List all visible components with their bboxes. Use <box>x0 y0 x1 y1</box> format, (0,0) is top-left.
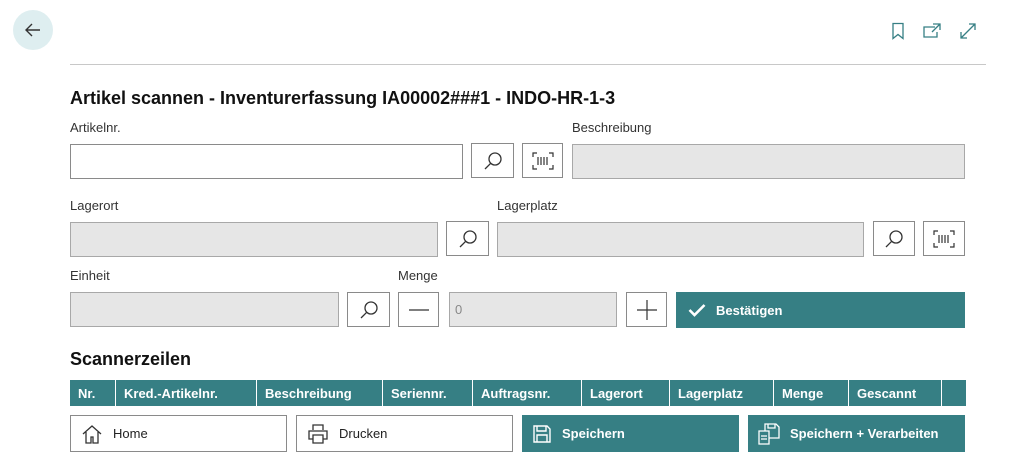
artikelnr-scan-button[interactable] <box>522 143 563 178</box>
einheit-lookup-button[interactable] <box>347 292 390 327</box>
menge-input[interactable]: 0 <box>449 292 617 327</box>
beschreibung-field <box>572 144 965 179</box>
scanner-lines-title: Scannerzeilen <box>70 349 192 369</box>
search-icon <box>459 229 477 247</box>
search-icon <box>885 229 903 247</box>
page-title: Artikel scannen - Inventurerfassung IA00… <box>70 88 616 108</box>
bookmark-icon <box>892 22 904 40</box>
arrow-left-icon <box>25 23 40 37</box>
lagerort-field <box>70 222 438 257</box>
lagerplatz-scan-button[interactable] <box>923 221 965 256</box>
expand-button[interactable] <box>957 20 979 42</box>
save-process-icon <box>758 422 780 445</box>
lagerort-label: Lagerort <box>70 198 119 213</box>
search-icon <box>484 151 502 169</box>
column-header-location[interactable]: Lagerort <box>582 380 670 406</box>
open-new-window-icon <box>923 23 941 38</box>
lagerort-lookup-button[interactable] <box>446 221 489 256</box>
home-icon <box>82 424 102 444</box>
plus-icon <box>636 299 657 320</box>
column-header-description[interactable]: Beschreibung <box>257 380 383 406</box>
column-header-nr[interactable]: Nr. <box>70 380 116 406</box>
artikelnr-label: Artikelnr. <box>70 120 121 135</box>
scanner-lines-header: Nr. Kred.-Artikelnr. Beschreibung Serien… <box>70 380 966 406</box>
save-and-process-button[interactable]: Speichern + Verarbeiten <box>748 415 965 452</box>
home-button[interactable]: Home <box>70 415 287 452</box>
einheit-label: Einheit <box>70 268 110 283</box>
lagerplatz-field <box>497 222 864 257</box>
print-button[interactable]: Drucken <box>296 415 513 452</box>
confirm-button-label: Bestätigen <box>716 302 783 318</box>
save-button[interactable]: Speichern <box>522 415 739 452</box>
column-header-quantity[interactable]: Menge <box>774 380 849 406</box>
home-button-label: Home <box>113 426 148 441</box>
lagerplatz-label: Lagerplatz <box>497 198 558 213</box>
save-icon <box>533 424 551 443</box>
printer-icon <box>308 423 328 444</box>
back-button[interactable] <box>13 10 53 50</box>
column-header-serial-no[interactable]: Seriennr. <box>383 380 473 406</box>
minus-icon <box>408 308 429 311</box>
artikelnr-lookup-button[interactable] <box>471 143 514 178</box>
lagerplatz-lookup-button[interactable] <box>873 221 915 256</box>
search-icon <box>360 300 378 318</box>
header-divider <box>70 64 986 65</box>
barcode-scan-icon <box>531 151 554 170</box>
menge-label: Menge <box>398 268 438 283</box>
beschreibung-label: Beschreibung <box>572 120 652 135</box>
barcode-scan-icon <box>933 229 955 248</box>
confirm-button[interactable]: Bestätigen <box>676 292 965 328</box>
save-and-process-button-label: Speichern + Verarbeiten <box>790 426 939 441</box>
checkmark-icon <box>688 304 706 317</box>
column-header-extra <box>942 380 966 406</box>
decrease-quantity-button[interactable] <box>398 292 439 327</box>
artikelnr-input[interactable] <box>70 144 463 179</box>
column-header-scanned[interactable]: Gescannt <box>849 380 942 406</box>
column-header-order-no[interactable]: Auftragsnr. <box>473 380 582 406</box>
column-header-bin[interactable]: Lagerplatz <box>670 380 774 406</box>
bookmark-button[interactable] <box>887 20 909 42</box>
expand-icon <box>960 23 976 39</box>
column-header-vendor-item-no[interactable]: Kred.-Artikelnr. <box>116 380 257 406</box>
einheit-field <box>70 292 339 327</box>
save-button-label: Speichern <box>562 426 625 441</box>
print-button-label: Drucken <box>339 426 388 441</box>
increase-quantity-button[interactable] <box>626 292 667 327</box>
open-new-window-button[interactable] <box>921 20 943 42</box>
